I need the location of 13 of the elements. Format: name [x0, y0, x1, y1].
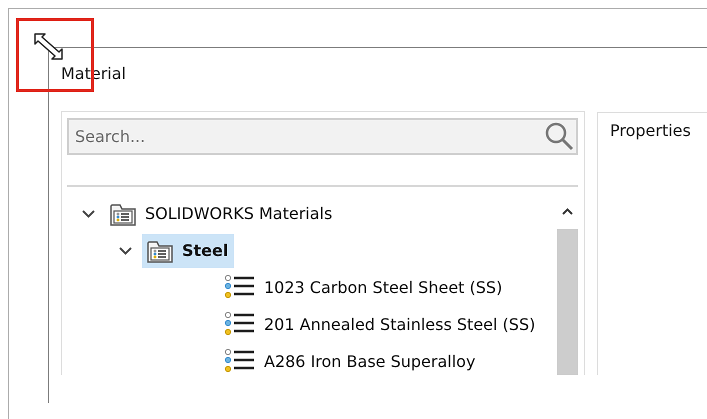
tree-item[interactable]: 1023 Carbon Steel Sheet (SS) [220, 270, 508, 304]
search-field[interactable]: Search... [67, 118, 578, 155]
material-list-icon [224, 348, 256, 375]
chevron-down-icon[interactable] [118, 246, 132, 254]
tree-item[interactable]: Steel [142, 234, 234, 268]
properties-heading: Properties [610, 121, 691, 140]
tree-item[interactable]: A286 Iron Base Superalloy [220, 344, 482, 375]
search-icon[interactable] [544, 121, 574, 151]
scroll-up-icon[interactable] [562, 208, 573, 215]
tree-item[interactable]: SOLIDWORKS Materials [105, 196, 338, 230]
scrollbar-thumb[interactable] [557, 229, 578, 375]
chevron-down-icon[interactable] [82, 210, 94, 218]
tree-item[interactable]: 201 Annealed Stainless Steel (SS) [220, 308, 542, 342]
